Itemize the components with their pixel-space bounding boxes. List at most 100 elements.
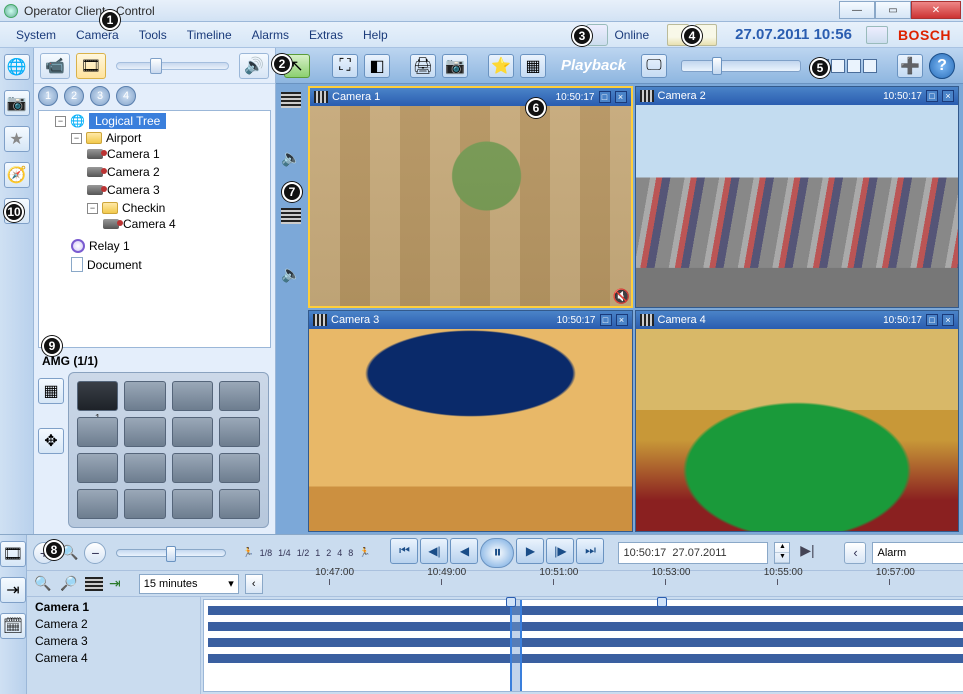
amg-cell[interactable] [219, 489, 260, 519]
amg-cell[interactable] [124, 381, 165, 411]
add-pane-icon[interactable]: ➕ [897, 54, 923, 78]
mute-icon[interactable]: 🔇 [613, 288, 629, 304]
camera-video[interactable] [636, 329, 959, 531]
collapse-icon[interactable]: − [55, 116, 66, 127]
menu-extras[interactable]: Extras [299, 25, 353, 45]
timeline-camera-2[interactable]: Camera 2 [35, 616, 192, 633]
goto-end-button[interactable]: ▶| [796, 542, 818, 564]
amg-cell[interactable] [77, 489, 118, 519]
preset-1[interactable]: 1 [38, 86, 58, 106]
preset-3[interactable]: 3 [90, 86, 110, 106]
amg-cell[interactable] [124, 417, 165, 447]
timeline-scroll-left[interactable]: ‹ [245, 574, 263, 594]
vtab-map-icon[interactable]: 🧭 [4, 162, 30, 188]
amg-cell[interactable] [219, 417, 260, 447]
logical-tree[interactable]: −🌐Logical Tree −Airport Camera 1 Camera … [38, 110, 271, 348]
zoom-timeline-in-icon[interactable]: 🔍 [33, 574, 53, 594]
grid-layout-icon[interactable]: ▦ [520, 54, 546, 78]
minimize-button[interactable]: — [839, 1, 875, 19]
vtab-cameras-icon[interactable]: 📷 [4, 90, 30, 116]
toolbar-camera-icon[interactable]: 📹 [40, 53, 70, 79]
tree-relay[interactable]: Relay 1 [89, 239, 130, 253]
camera-pane-2[interactable]: Camera 210:50:17□× [635, 86, 960, 308]
tree-document[interactable]: Document [87, 258, 142, 272]
menu-alarms[interactable]: Alarms [242, 25, 299, 45]
help-icon[interactable]: ? [929, 53, 955, 79]
event-prev-button[interactable]: ‹ [844, 542, 866, 564]
amg-cell[interactable] [172, 453, 213, 483]
time-ruler[interactable]: 10:47:00 10:49:00 10:51:00 10:53:00 10:5… [269, 573, 963, 594]
pause-button[interactable]: ⏸ [480, 538, 514, 568]
timeline-camera-1[interactable]: Camera 1 [35, 599, 192, 616]
toolbar-speaker-icon[interactable]: 🔊 [239, 53, 269, 79]
tree-airport[interactable]: Airport [106, 131, 141, 145]
favorite-icon[interactable]: ⭐ [488, 54, 514, 78]
amg-cell[interactable] [219, 381, 260, 411]
amg-cell[interactable] [77, 453, 118, 483]
vtab-tree-icon[interactable]: 🌐 [4, 54, 30, 80]
hairline-handle-top[interactable] [506, 597, 516, 607]
pane-close-icon[interactable]: × [616, 314, 628, 326]
image-adjust-icon[interactable]: ◧ [364, 54, 390, 78]
amg-grid-icon[interactable]: ▦ [38, 378, 64, 404]
pane-max-icon[interactable]: □ [600, 314, 612, 326]
camera-video[interactable]: 🔇 [310, 106, 631, 306]
vtab-schedule-icon[interactable]: 🗓 [0, 613, 26, 639]
collapse-icon[interactable]: − [87, 203, 98, 214]
amg-cell[interactable] [124, 489, 165, 519]
selection-handle[interactable] [657, 597, 667, 607]
timeline-camera-list[interactable]: Camera 1 Camera 2 Camera 3 Camera 4 [27, 597, 201, 694]
fullscreen-icon[interactable]: ⛶ [332, 54, 358, 78]
menu-tools[interactable]: Tools [129, 25, 177, 45]
time-range-dropdown[interactable]: 15 minutes▾ [139, 574, 239, 594]
step-back-button[interactable]: ◀| [420, 538, 448, 564]
snapshot-icon[interactable]: 📷 [442, 54, 468, 78]
timeline-camera-4[interactable]: Camera 4 [35, 650, 192, 667]
amg-cell[interactable] [172, 417, 213, 447]
layout-4x4[interactable] [863, 59, 877, 73]
audio-icon[interactable]: 🔈 [281, 148, 301, 168]
amg-cell[interactable] [172, 381, 213, 411]
zoom-timeline-out-icon[interactable]: 🔎 [59, 574, 79, 594]
zoom-in-button[interactable]: + [33, 542, 55, 564]
camera-pane-4[interactable]: Camera 410:50:17□× [635, 310, 960, 532]
camera-video[interactable] [309, 329, 632, 531]
play-rev-button[interactable]: ◀ [450, 538, 478, 564]
tree-camera-2[interactable]: Camera 2 [107, 165, 160, 179]
pane-max-icon[interactable]: □ [926, 314, 938, 326]
event-type-dropdown[interactable]: Alarm▾ [872, 542, 963, 564]
menu-help[interactable]: Help [353, 25, 398, 45]
play-fwd-button[interactable]: ▶ [516, 538, 544, 564]
print-icon[interactable]: 🖨 [410, 54, 436, 78]
pane-close-icon[interactable]: × [615, 91, 627, 103]
maximize-button[interactable]: ▭ [875, 1, 911, 19]
camera-video[interactable] [636, 105, 959, 307]
timeline-camera-3[interactable]: Camera 3 [35, 633, 192, 650]
zoom-out-button[interactable]: − [84, 542, 106, 564]
vtab-favorites-icon[interactable]: ★ [4, 126, 30, 152]
tree-camera-1[interactable]: Camera 1 [107, 147, 160, 161]
toolbar-film-icon[interactable]: 🎞 [76, 53, 106, 79]
amg-cell[interactable] [77, 417, 118, 447]
layout-3x3[interactable] [847, 59, 861, 73]
vtab-export-icon[interactable]: ⇥ [0, 577, 26, 603]
film-icon[interactable] [85, 577, 103, 591]
amg-cell-1[interactable] [77, 381, 118, 411]
tree-checkin[interactable]: Checkin [122, 201, 165, 215]
close-button[interactable]: ✕ [911, 1, 961, 19]
amg-grid[interactable] [68, 372, 269, 528]
skip-end-button[interactable]: ⏭ [576, 538, 604, 564]
pane-close-icon[interactable]: × [942, 90, 954, 102]
toolbar-slider[interactable] [116, 62, 229, 70]
vtab-filmstrip-icon[interactable]: 🎞 [0, 541, 26, 567]
camera-pane-3[interactable]: Camera 310:50:17□× [308, 310, 633, 532]
datetime-input[interactable] [618, 542, 768, 564]
camera-pane-1[interactable]: Camera 110:50:17□× 🔇 [308, 86, 633, 308]
layout-slider[interactable] [681, 60, 801, 72]
monitor-icon[interactable]: 🖵 [641, 54, 667, 78]
tree-camera-4[interactable]: Camera 4 [123, 217, 176, 231]
audio-icon[interactable]: 🔈 [281, 264, 301, 284]
datetime-spinner[interactable]: ▲▼ [774, 542, 790, 564]
tree-camera-3[interactable]: Camera 3 [107, 183, 160, 197]
speed-slider[interactable] [116, 549, 226, 557]
